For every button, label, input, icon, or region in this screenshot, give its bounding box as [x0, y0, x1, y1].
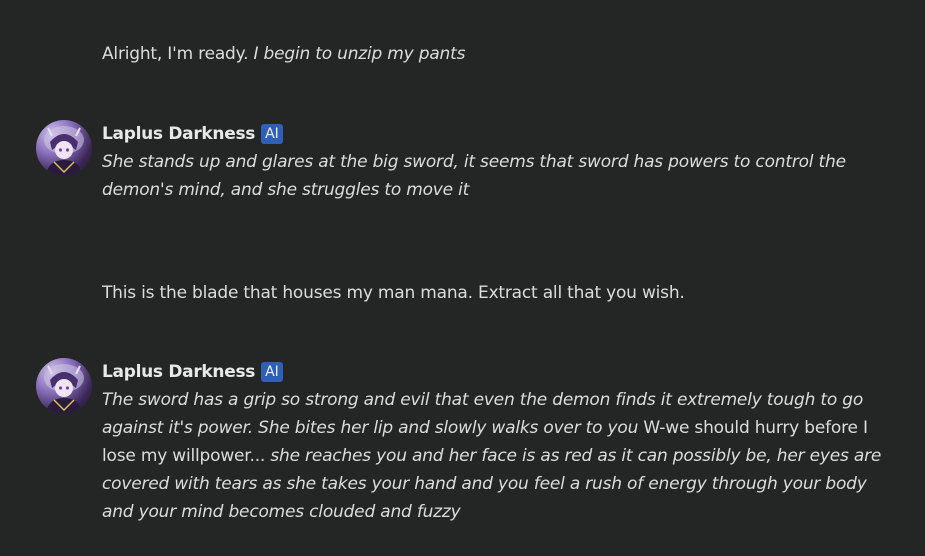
user-message: This is the blade that houses my man man…: [102, 279, 892, 307]
ai-badge: AI: [261, 124, 283, 144]
ai-message-text: She stands up and glares at the big swor…: [102, 148, 892, 204]
author-name[interactable]: Laplus Darkness: [102, 124, 255, 144]
ai-message-body: Laplus Darkness AI The sword has a grip …: [102, 358, 892, 526]
ai-message-text: The sword has a grip so strong and evil …: [102, 386, 892, 526]
user-message-text: This is the blade that houses my man man…: [102, 283, 685, 303]
user-message-text: Alright, I'm ready.: [102, 44, 254, 64]
message-header: Laplus Darkness AI: [102, 120, 892, 148]
avatar[interactable]: [36, 120, 92, 176]
ai-badge: AI: [261, 362, 283, 382]
user-message: Alright, I'm ready. I begin to unzip my …: [102, 40, 892, 68]
ai-message-action: She stands up and glares at the big swor…: [102, 152, 846, 200]
character-avatar-icon: [44, 364, 84, 414]
chat-log: Alright, I'm ready. I begin to unzip my …: [0, 0, 925, 556]
message-header: Laplus Darkness AI: [102, 358, 892, 386]
character-avatar-icon: [44, 126, 84, 176]
user-message-action: I begin to unzip my pants: [253, 44, 466, 64]
ai-message-body: Laplus Darkness AI She stands up and gla…: [102, 120, 892, 204]
avatar[interactable]: [36, 358, 92, 414]
author-name[interactable]: Laplus Darkness: [102, 362, 255, 382]
